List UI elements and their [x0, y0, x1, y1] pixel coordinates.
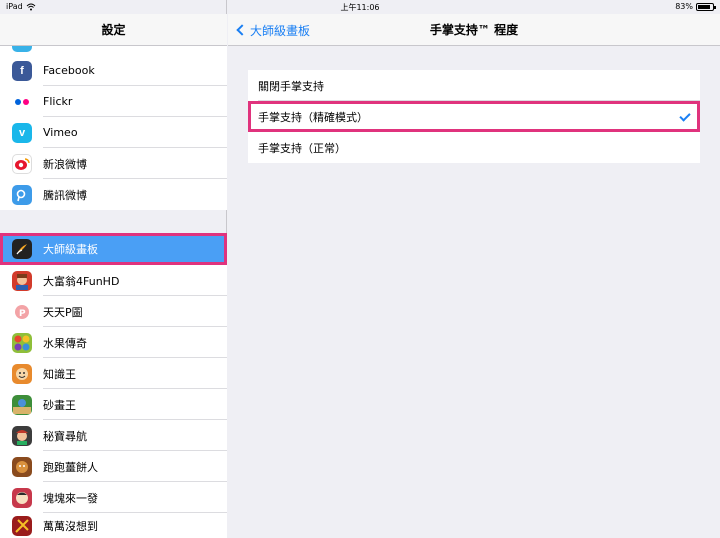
movie-game-icon — [12, 515, 32, 536]
sidebar-item-label: 水果傳奇 — [43, 336, 87, 350]
treasure-game-icon — [12, 425, 32, 446]
sidebar-item-cookie-run[interactable]: 跑跑薑餅人 — [0, 451, 227, 482]
fruit-game-icon — [12, 332, 32, 353]
navigation-bar: 大師級畫板 手掌支持™ 程度 — [228, 14, 720, 46]
checkmark-icon — [679, 110, 691, 122]
quiz-game-icon — [12, 363, 32, 384]
sidebar-item-label: 秘寶尋航 — [43, 429, 87, 443]
sidebar-title: 設定 — [0, 14, 227, 46]
photo-app-icon: P — [12, 301, 32, 322]
sidebar-item-fruit-legend[interactable]: 水果傳奇 — [0, 327, 227, 358]
status-time: 上午11:06 — [340, 3, 380, 12]
sidebar-item-label: 天天P圖 — [43, 305, 83, 319]
sidebar-item-sina-weibo[interactable]: 新浪微博 — [0, 148, 227, 179]
sidebar-item-wanwan[interactable]: 萬萬沒想到 — [0, 513, 227, 538]
svg-text:P: P — [19, 309, 26, 319]
sidebar-item-label: 騰訊微博 — [43, 188, 87, 202]
vimeo-icon: v — [12, 122, 32, 143]
sidebar-item-label: 萬萬沒想到 — [43, 519, 98, 533]
sidebar-item-label: Flickr — [43, 95, 73, 108]
cookie-game-icon — [12, 456, 32, 477]
sidebar-item-facebook[interactable]: f Facebook — [0, 55, 227, 86]
settings-sidebar: 設定 f Facebook Flickr v Vimeo 新浪微博 騰訊微博 大… — [0, 0, 227, 538]
sidebar-item-label: 大富翁4FunHD — [43, 274, 120, 288]
sidebar-item-monopoly[interactable]: 大富翁4FunHD — [0, 265, 227, 296]
brush-app-icon — [12, 239, 32, 259]
app-icon — [12, 46, 32, 52]
sidebar-item-label: 知識王 — [43, 367, 76, 381]
sand-game-icon — [12, 394, 32, 415]
sidebar-item-label: 新浪微博 — [43, 157, 87, 171]
palm-support-options: 關閉手掌支持 手掌支持（精確模式） 手掌支持（正常） — [248, 70, 700, 163]
block-game-icon — [12, 487, 32, 508]
tencent-weibo-icon — [12, 184, 32, 205]
option-label: 關閉手掌支持 — [258, 79, 324, 93]
option-label: 手掌支持（精確模式） — [258, 110, 368, 124]
sidebar-item-label: 砂畫王 — [43, 398, 76, 412]
facebook-icon: f — [12, 60, 32, 81]
page-title: 手掌支持™ 程度 — [429, 23, 519, 37]
option-palm-off[interactable]: 關閉手掌支持 — [248, 70, 700, 101]
sidebar-item-master-sketchbook[interactable]: 大師級畫板 — [0, 233, 227, 265]
sidebar-item-flickr[interactable]: Flickr — [0, 86, 227, 117]
option-palm-precise[interactable]: 手掌支持（精確模式） — [248, 101, 700, 132]
sidebar-item-label: 塊塊來一發 — [43, 491, 98, 505]
sidebar-item-tencent-weibo[interactable]: 騰訊微博 — [0, 179, 227, 210]
option-label: 手掌支持（正常） — [258, 141, 346, 155]
sidebar-item-block-blast[interactable]: 塊塊來一發 — [0, 482, 227, 513]
sidebar-item-tiantian-ptu[interactable]: P 天天P圖 — [0, 296, 227, 327]
flickr-icon — [12, 91, 32, 112]
sidebar-item-quiz-king[interactable]: 知識王 — [0, 358, 227, 389]
game-icon — [12, 270, 32, 291]
detail-pane: 大師級畫板 手掌支持™ 程度 關閉手掌支持 手掌支持（精確模式） 手掌支持（正常… — [228, 0, 720, 538]
status-bar: iPad 上午11:06 83% — [0, 0, 720, 14]
sidebar-item-label: Facebook — [43, 64, 95, 77]
sidebar-item-partial[interactable] — [0, 46, 227, 55]
battery-percent: 83% — [675, 2, 693, 11]
option-palm-normal[interactable]: 手掌支持（正常） — [248, 132, 700, 163]
sidebar-item-sand-draw[interactable]: 砂畫王 — [0, 389, 227, 420]
sina-weibo-icon — [12, 153, 32, 174]
battery-icon — [696, 2, 716, 11]
sidebar-item-label: 跑跑薑餅人 — [43, 460, 98, 474]
sidebar-item-label: Vimeo — [43, 126, 78, 139]
sidebar-item-vimeo[interactable]: v Vimeo — [0, 117, 227, 148]
sidebar-item-treasure-voyage[interactable]: 秘寶尋航 — [0, 420, 227, 451]
sidebar-item-label: 大師級畫板 — [43, 243, 98, 256]
